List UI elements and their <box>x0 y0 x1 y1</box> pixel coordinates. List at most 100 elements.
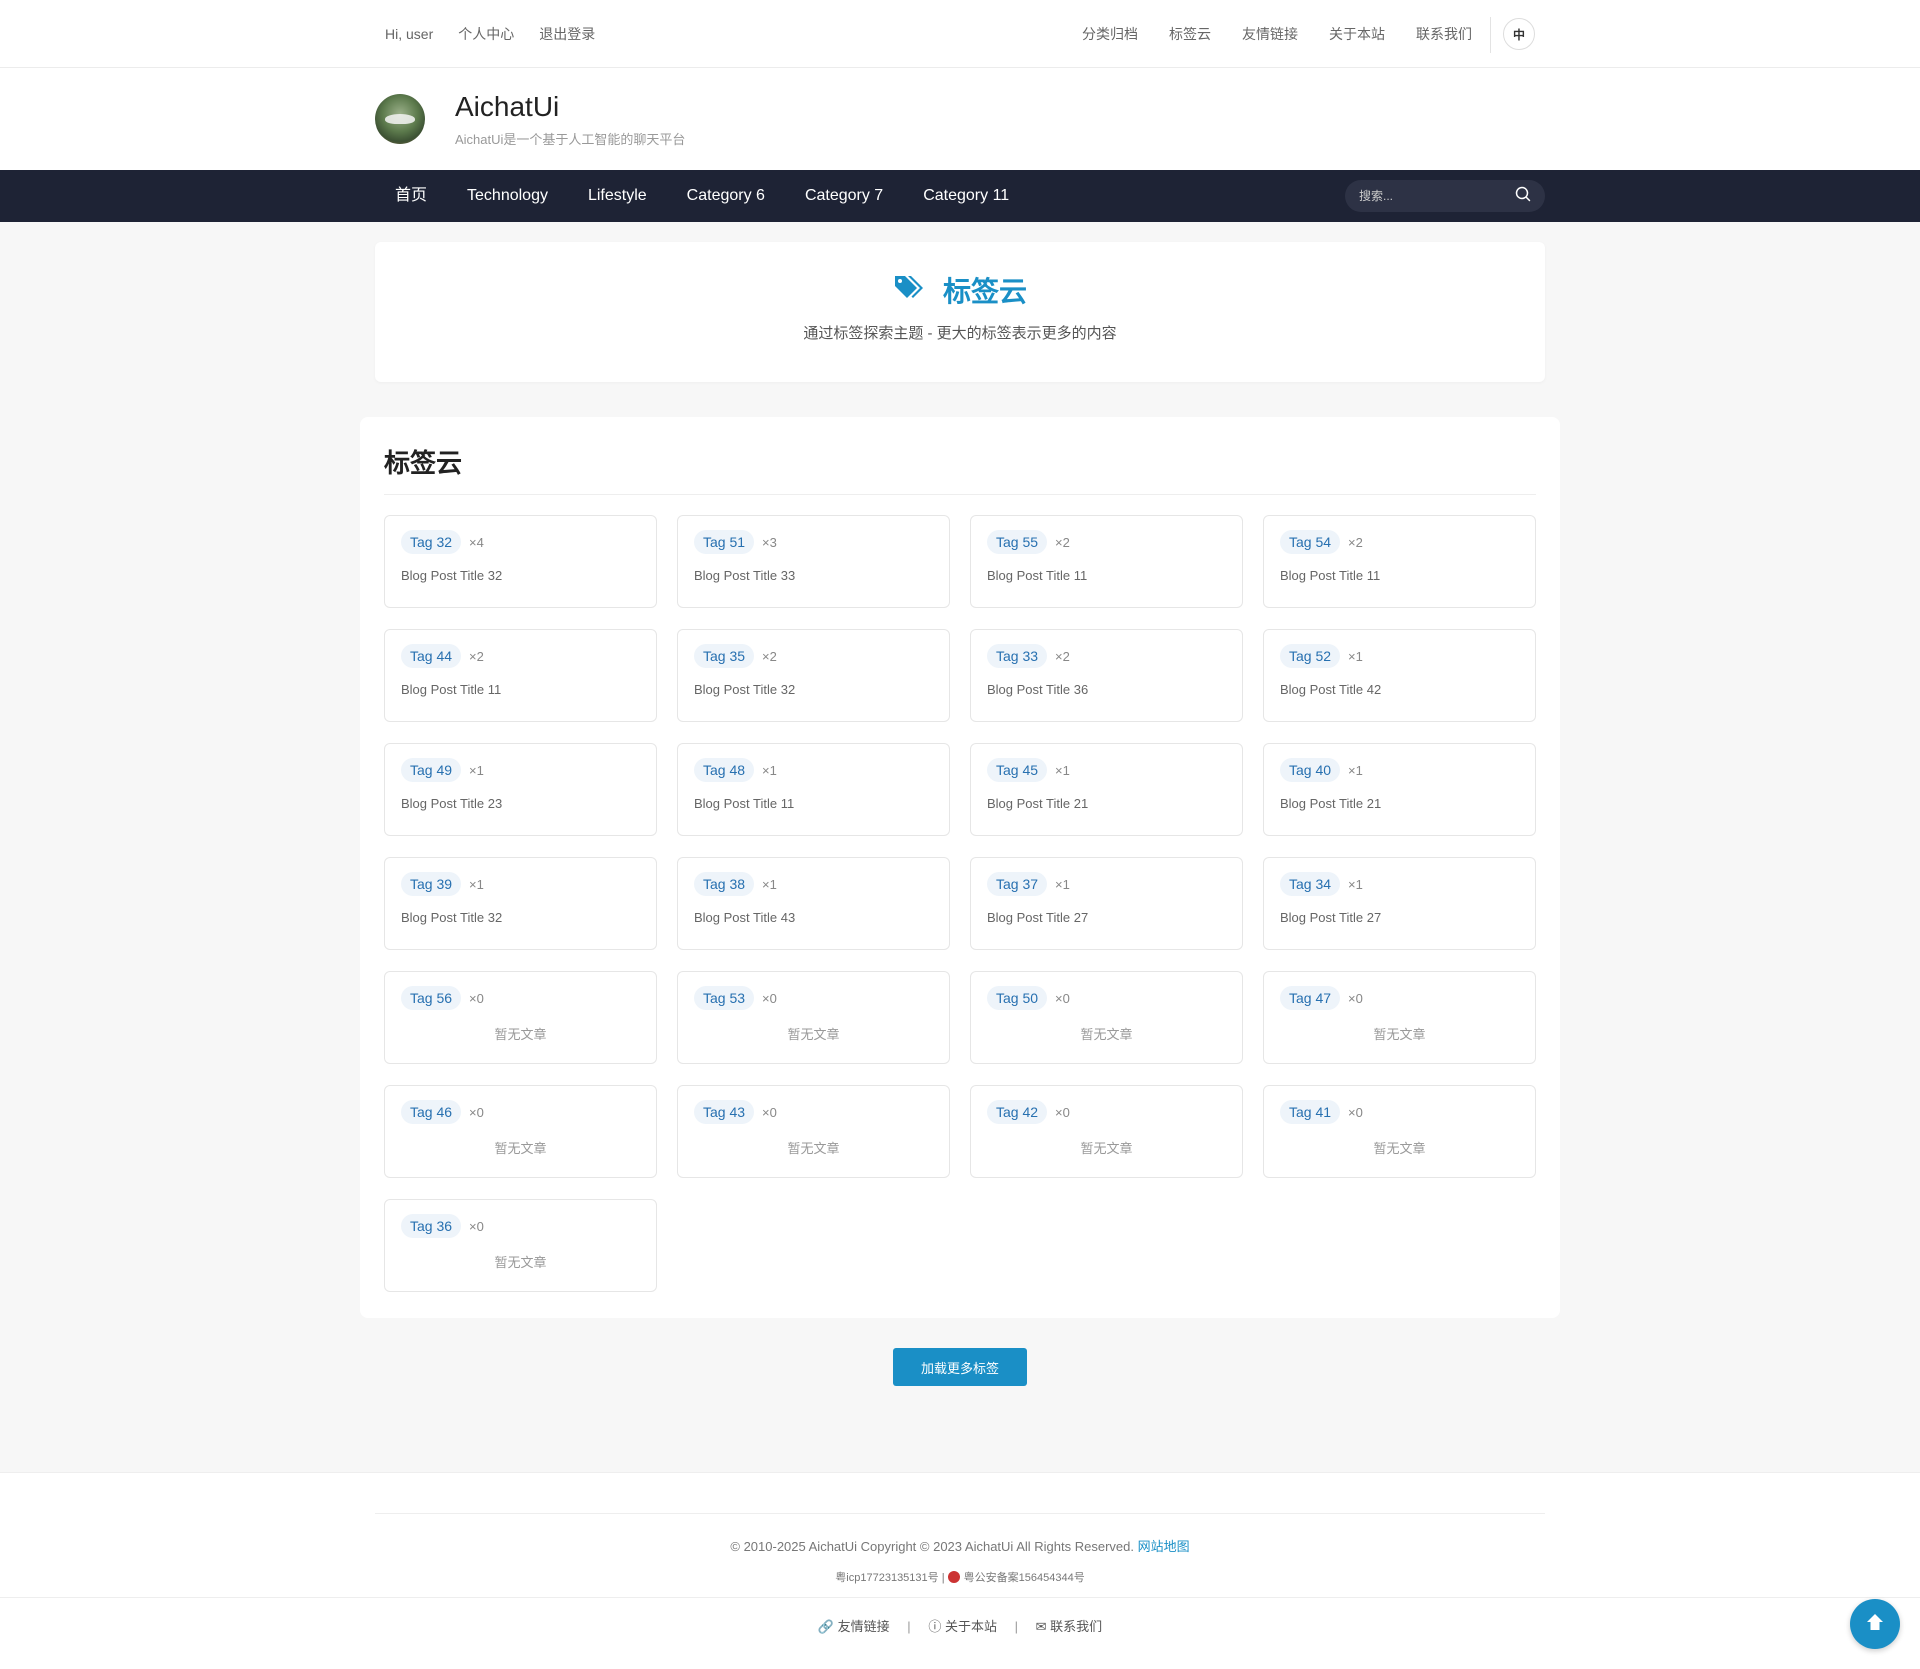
nav-item-category-7[interactable]: Category 7 <box>785 170 903 222</box>
load-more-button[interactable]: 加载更多标签 <box>893 1348 1027 1386</box>
nav-item-home[interactable]: 首页 <box>375 170 447 222</box>
copyright-text: © 2010-2025 AichatUi Copyright © 2023 Ai… <box>730 1539 1134 1554</box>
tag-pill[interactable]: Tag 39 <box>401 872 462 896</box>
tag-count: ×1 <box>762 876 777 892</box>
logout-link[interactable]: 退出登录 <box>539 24 595 44</box>
top-link-about[interactable]: 关于本站 <box>1329 24 1385 44</box>
police-record-text[interactable]: 粤公安备案156454344号 <box>964 1572 1085 1584</box>
tag-count: ×1 <box>1055 876 1070 892</box>
tag-pill[interactable]: Tag 42 <box>987 1100 1048 1124</box>
site-logo[interactable] <box>375 94 425 144</box>
footer-link-separator: | <box>1014 1619 1018 1634</box>
tag-post-link[interactable]: Blog Post Title 23 <box>401 796 640 811</box>
empty-post-text: 暂无文章 <box>1080 1141 1133 1156</box>
tag-card: Tag 38 ×1 Blog Post Title 43 <box>677 857 950 950</box>
tag-post-link[interactable]: Blog Post Title 32 <box>401 910 640 925</box>
tag-post-link[interactable]: Blog Post Title 21 <box>987 796 1226 811</box>
greeting-link[interactable]: Hi, user <box>385 26 433 42</box>
footer-link-contact[interactable]: 联系我们 <box>1050 1619 1102 1634</box>
tag-post-link[interactable]: Blog Post Title 36 <box>987 682 1226 697</box>
tag-pill[interactable]: Tag 46 <box>401 1100 462 1124</box>
nav-item-lifestyle[interactable]: Lifestyle <box>568 170 667 222</box>
icp-text[interactable]: 粤icp17723135131号 <box>835 1572 938 1584</box>
tag-card: Tag 43 ×0 暂无文章 <box>677 1085 950 1178</box>
tag-post-link[interactable]: Blog Post Title 32 <box>694 682 933 697</box>
hero-title: 标签云 <box>893 270 1027 310</box>
tag-post-link[interactable]: Blog Post Title 33 <box>694 568 933 583</box>
tag-post-link[interactable]: Blog Post Title 43 <box>694 910 933 925</box>
tag-pill[interactable]: Tag 50 <box>987 986 1048 1010</box>
tag-post-link[interactable]: Blog Post Title 11 <box>987 568 1226 583</box>
tag-pill[interactable]: Tag 47 <box>1280 986 1341 1010</box>
tag-count: ×2 <box>1055 534 1070 550</box>
tag-post-link[interactable]: Blog Post Title 11 <box>401 682 640 697</box>
tag-count: ×0 <box>1348 1104 1363 1120</box>
tag-pill[interactable]: Tag 54 <box>1280 530 1341 554</box>
tag-post-link[interactable]: Blog Post Title 11 <box>1280 568 1519 583</box>
tag-count: ×2 <box>1348 534 1363 550</box>
tag-post-link[interactable]: Blog Post Title 32 <box>401 568 640 583</box>
nav-item-technology[interactable]: Technology <box>447 170 568 222</box>
tag-count: ×1 <box>1348 762 1363 778</box>
top-link-contact[interactable]: 联系我们 <box>1416 24 1472 44</box>
tag-pill[interactable]: Tag 45 <box>987 758 1048 782</box>
link-icon: 🔗 <box>817 1619 835 1634</box>
back-to-top-button[interactable] <box>1850 1599 1900 1649</box>
tag-pill[interactable]: Tag 49 <box>401 758 462 782</box>
tag-pill[interactable]: Tag 55 <box>987 530 1048 554</box>
tag-pill[interactable]: Tag 32 <box>401 530 462 554</box>
profile-link[interactable]: 个人中心 <box>458 24 514 44</box>
tag-count: ×1 <box>1055 762 1070 778</box>
footer-link-about[interactable]: 关于本站 <box>945 1619 997 1634</box>
tag-count: ×2 <box>469 648 484 664</box>
tag-pill[interactable]: Tag 41 <box>1280 1100 1341 1124</box>
tag-post-link[interactable]: Blog Post Title 27 <box>987 910 1226 925</box>
tag-pill[interactable]: Tag 38 <box>694 872 755 896</box>
tag-pill[interactable]: Tag 56 <box>401 986 462 1010</box>
tag-count: ×0 <box>469 1104 484 1120</box>
tag-card-header: Tag 53 ×0 <box>694 986 933 1010</box>
tag-pill[interactable]: Tag 34 <box>1280 872 1341 896</box>
tag-post-link[interactable]: Blog Post Title 21 <box>1280 796 1519 811</box>
empty-post-text: 暂无文章 <box>1373 1027 1426 1042</box>
tag-pill[interactable]: Tag 40 <box>1280 758 1341 782</box>
tag-card-header: Tag 54 ×2 <box>1280 530 1519 554</box>
tag-pill[interactable]: Tag 48 <box>694 758 755 782</box>
tag-pill[interactable]: Tag 51 <box>694 530 755 554</box>
tag-pill[interactable]: Tag 43 <box>694 1100 755 1124</box>
tag-card: Tag 36 ×0 暂无文章 <box>384 1199 657 1292</box>
top-link-category-archive[interactable]: 分类归档 <box>1082 24 1138 44</box>
nav-item-category-11[interactable]: Category 11 <box>903 170 1029 222</box>
tag-pill[interactable]: Tag 33 <box>987 644 1048 668</box>
empty-post-text: 暂无文章 <box>1373 1141 1426 1156</box>
tag-card-header: Tag 32 ×4 <box>401 530 640 554</box>
tag-card-header: Tag 46 ×0 <box>401 1100 640 1124</box>
top-link-friend-links[interactable]: 友情链接 <box>1242 24 1298 44</box>
tag-pill[interactable]: Tag 37 <box>987 872 1048 896</box>
tag-pill[interactable]: Tag 35 <box>694 644 755 668</box>
tag-post-link[interactable]: Blog Post Title 27 <box>1280 910 1519 925</box>
tag-post-link[interactable]: Blog Post Title 42 <box>1280 682 1519 697</box>
tag-card-header: Tag 44 ×2 <box>401 644 640 668</box>
top-bar: Hi, user 个人中心 退出登录 分类归档 标签云 友情链接 关于本站 联系… <box>0 0 1920 68</box>
tag-cloud-hero: 标签云 通过标签探索主题 - 更大的标签表示更多的内容 <box>375 242 1545 382</box>
tag-pill[interactable]: Tag 53 <box>694 986 755 1010</box>
tag-pill[interactable]: Tag 52 <box>1280 644 1341 668</box>
tag-post-link[interactable]: Blog Post Title 11 <box>694 796 933 811</box>
empty-post-text: 暂无文章 <box>787 1141 840 1156</box>
footer-link-friends[interactable]: 友情链接 <box>838 1619 890 1634</box>
tag-count: ×0 <box>469 990 484 1006</box>
search-input[interactable] <box>1359 189 1509 203</box>
tag-pill[interactable]: Tag 36 <box>401 1214 462 1238</box>
site-title[interactable]: AichatUi <box>455 91 685 123</box>
search-icon[interactable] <box>1515 186 1531 207</box>
top-link-tag-cloud[interactable]: 标签云 <box>1169 24 1211 44</box>
language-toggle-button[interactable]: 中 <box>1490 17 1535 53</box>
tag-card-header: Tag 41 ×0 <box>1280 1100 1519 1124</box>
sitemap-link[interactable]: 网站地图 <box>1138 1539 1190 1554</box>
tag-count: ×1 <box>1348 876 1363 892</box>
tag-pill[interactable]: Tag 44 <box>401 644 462 668</box>
nav-item-category-6[interactable]: Category 6 <box>667 170 785 222</box>
tag-card-header: Tag 48 ×1 <box>694 758 933 782</box>
tag-card: Tag 46 ×0 暂无文章 <box>384 1085 657 1178</box>
